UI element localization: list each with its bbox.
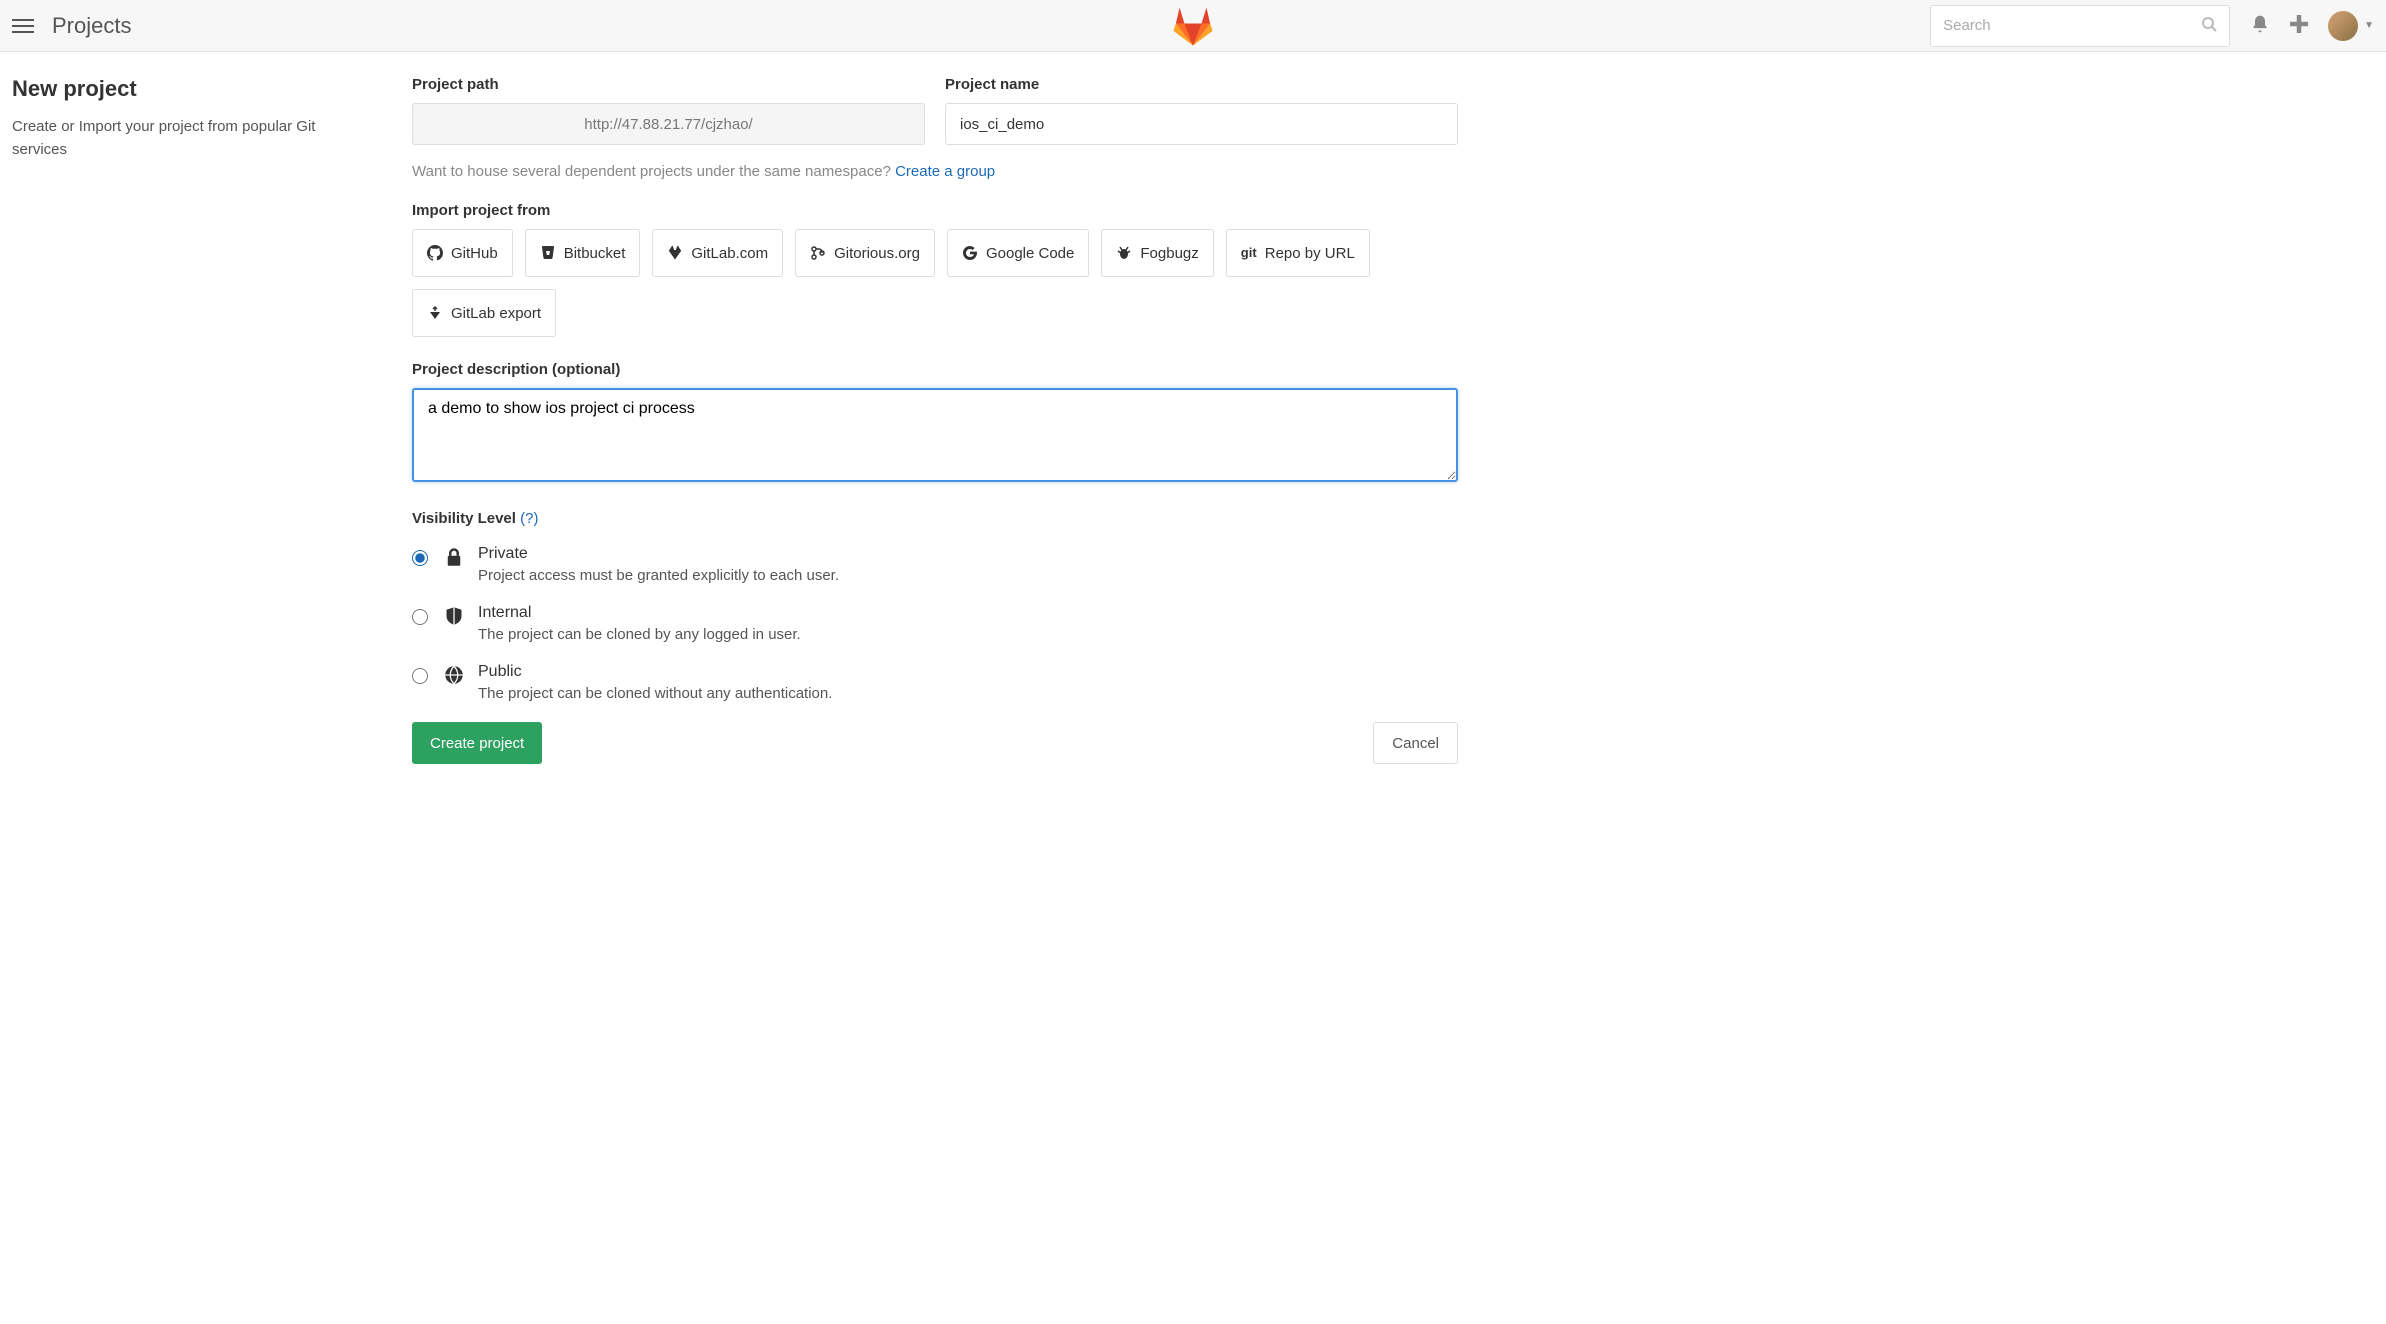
new-project-heading: New project (12, 76, 372, 102)
import-gitlabcom-button[interactable]: GitLab.com (652, 229, 783, 277)
visibility-public-title: Public (478, 663, 1458, 681)
visibility-internal-radio[interactable] (412, 609, 428, 625)
search-input[interactable] (1943, 17, 2201, 34)
import-gitorious-button[interactable]: Gitorious.org (795, 229, 935, 277)
visibility-private-row: Private Project access must be granted e… (412, 545, 1458, 584)
page-title: Projects (52, 13, 131, 39)
import-from-label: Import project from (412, 202, 1458, 219)
gitlab-logo-icon[interactable] (1171, 4, 1215, 52)
import-gitlab-export-button[interactable]: GitLab export (412, 289, 556, 337)
create-group-link[interactable]: Create a group (895, 163, 995, 180)
plus-icon[interactable] (2290, 15, 2308, 37)
description-label: Project description (optional) (412, 361, 1458, 378)
visibility-internal-title: Internal (478, 604, 1458, 622)
visibility-public-row: Public The project can be cloned without… (412, 663, 1458, 702)
create-project-button[interactable]: Create project (412, 722, 542, 764)
hamburger-menu-icon[interactable] (12, 15, 34, 37)
cancel-button[interactable]: Cancel (1373, 722, 1458, 764)
visibility-public-desc: The project can be cloned without any au… (478, 685, 1458, 702)
visibility-public-radio[interactable] (412, 668, 428, 684)
visibility-internal-row: Internal The project can be cloned by an… (412, 604, 1458, 643)
globe-icon (444, 665, 464, 685)
search-icon[interactable] (2201, 16, 2217, 36)
description-textarea[interactable] (412, 388, 1458, 482)
project-name-input[interactable] (945, 103, 1458, 145)
visibility-private-radio[interactable] (412, 550, 428, 566)
import-googlecode-button[interactable]: Google Code (947, 229, 1089, 277)
notifications-bell-icon[interactable] (2250, 14, 2270, 38)
import-fogbugz-button[interactable]: Fogbugz (1101, 229, 1213, 277)
project-path-input (412, 103, 925, 145)
import-source-group: GitHub Bitbucket GitLab.com Gitorious.or… (412, 229, 1458, 337)
project-name-label: Project name (945, 76, 1458, 93)
visibility-private-desc: Project access must be granted explicitl… (478, 567, 1458, 584)
import-repo-by-url-button[interactable]: git Repo by URL (1226, 229, 1370, 277)
user-menu[interactable]: ▼ (2328, 11, 2374, 41)
top-navbar: Projects (0, 0, 2386, 52)
new-project-subtext: Create or Import your project from popul… (12, 116, 372, 161)
visibility-label: Visibility Level (?) (412, 510, 1458, 527)
avatar (2328, 11, 2358, 41)
chevron-down-icon: ▼ (2364, 20, 2374, 31)
search-input-container (1930, 5, 2230, 47)
project-path-label: Project path (412, 76, 925, 93)
visibility-internal-desc: The project can be cloned by any logged … (478, 626, 1458, 643)
shield-icon (444, 606, 464, 626)
visibility-private-title: Private (478, 545, 1458, 563)
visibility-help-link[interactable]: (?) (520, 510, 538, 527)
lock-icon (444, 547, 464, 567)
import-github-button[interactable]: GitHub (412, 229, 513, 277)
namespace-hint: Want to house several dependent projects… (412, 163, 1458, 180)
import-bitbucket-button[interactable]: Bitbucket (525, 229, 641, 277)
